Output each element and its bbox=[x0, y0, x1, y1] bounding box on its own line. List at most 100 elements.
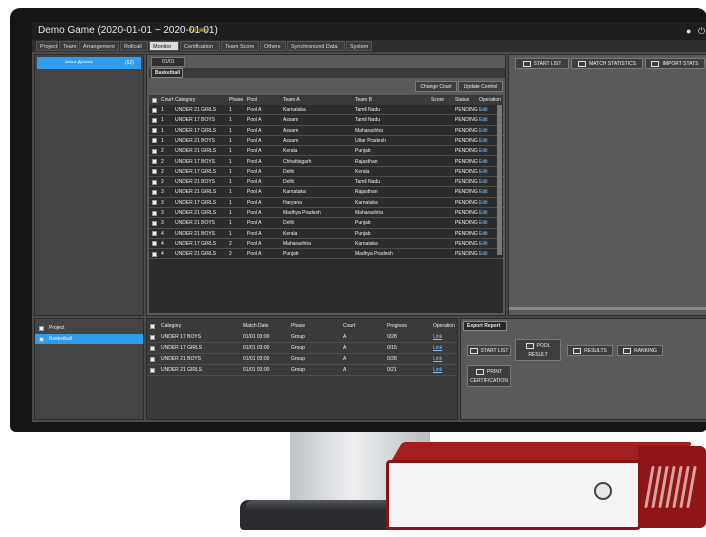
group-count: (52) bbox=[125, 60, 134, 66]
power-icon[interactable]: ⏻ bbox=[698, 22, 705, 40]
results-button[interactable]: RESULTS bbox=[567, 345, 613, 356]
table-scrollbar[interactable] bbox=[497, 105, 502, 255]
cell-operation[interactable]: Edit bbox=[479, 146, 488, 156]
progress-cell-operation[interactable]: Link bbox=[433, 332, 442, 342]
cell-operation[interactable]: Edit bbox=[479, 198, 488, 208]
table-row[interactable]: 2 UNDER 21 BOYS 1 Pool A Delhi Tamil Nadu PEND… bbox=[149, 177, 503, 188]
tree-item-project[interactable]: Project bbox=[35, 323, 143, 333]
menu-arrangement[interactable]: Arrangement bbox=[79, 41, 119, 51]
row-checkbox[interactable] bbox=[152, 138, 157, 144]
menu-team-score[interactable]: Team Score bbox=[221, 41, 259, 51]
table-row[interactable]: 1 UNDER 21 GIRLS 1 Pool A Karnataka Tamil Nad… bbox=[149, 105, 503, 116]
cell-team-a: Delhi bbox=[283, 220, 295, 227]
cell-pool: Pool A bbox=[247, 189, 262, 196]
progress-row[interactable]: UNDER 17 GIRLS 01/01 03:00 Group A 0/15 Link bbox=[147, 343, 457, 354]
import-stats-button[interactable]: IMPORT STATS bbox=[645, 58, 705, 69]
cell-operation[interactable]: Edit bbox=[479, 249, 488, 259]
row-checkbox[interactable] bbox=[152, 189, 157, 195]
group-item-selected[interactable]: ==== A==== (52) bbox=[37, 57, 141, 69]
progress-row-checkbox[interactable] bbox=[150, 367, 155, 373]
row-checkbox[interactable] bbox=[152, 179, 157, 185]
table-row[interactable]: 3 UNDER 21 BOYS 1 Pool A Delhi Punjab PENDING E… bbox=[149, 218, 503, 229]
table-row[interactable]: 4 UNDER 17 GIRLS 2 Pool A Maharashtra Karnata… bbox=[149, 239, 503, 250]
row-checkbox[interactable] bbox=[152, 128, 157, 134]
pool-result-button[interactable]: POOL RESULT bbox=[515, 339, 561, 361]
project-checkbox[interactable] bbox=[39, 325, 44, 331]
tab-date[interactable]: 01/01 bbox=[151, 57, 185, 67]
menu-monitor[interactable]: Monitor bbox=[149, 41, 179, 51]
cell-status: PENDING bbox=[455, 251, 478, 258]
cell-operation[interactable]: Edit bbox=[479, 177, 488, 187]
update-control-button[interactable]: Update Control bbox=[458, 81, 503, 92]
print-certification-button[interactable]: PRINT CERTIFICATION bbox=[467, 365, 511, 387]
cell-operation[interactable]: Edit bbox=[479, 136, 488, 146]
row-checkbox[interactable] bbox=[152, 231, 157, 237]
menu-others[interactable]: Others bbox=[260, 41, 286, 51]
table-row[interactable]: 1 UNDER 17 BOYS 1 Pool A Assam Tamil Nadu PEND… bbox=[149, 115, 503, 126]
menu-synchronized-data[interactable]: Synchronized Data bbox=[287, 41, 345, 51]
cell-operation[interactable]: Edit bbox=[479, 208, 488, 218]
cell-operation[interactable]: Edit bbox=[479, 239, 488, 249]
menu-team[interactable]: Team bbox=[59, 41, 78, 51]
row-checkbox[interactable] bbox=[152, 169, 157, 175]
tree-item-basketball[interactable]: Basketball bbox=[35, 334, 143, 344]
horizontal-scrollbar[interactable] bbox=[509, 307, 706, 310]
table-row[interactable]: 1 UNDER 17 GIRLS 1 Pool A Assam Maharashtra PE… bbox=[149, 126, 503, 136]
table-row[interactable]: 3 UNDER 21 GIRLS 1 Pool A Madhya Pradesh Maha… bbox=[149, 208, 503, 219]
row-checkbox[interactable] bbox=[152, 251, 157, 257]
progress-select-all[interactable] bbox=[150, 323, 155, 329]
table-row[interactable]: 1 UNDER 21 BOYS 1 Pool A Assam Uttar Pradesh P… bbox=[149, 136, 503, 147]
table-row[interactable]: 2 UNDER 17 BOYS 1 Pool A Chhattisgarh Rajasth… bbox=[149, 157, 503, 167]
table-row[interactable]: 3 UNDER 21 GIRLS 1 Pool A Karnataka Rajasthan… bbox=[149, 187, 503, 198]
tab-export-report[interactable]: Export Report bbox=[463, 321, 507, 331]
progress-row-checkbox[interactable] bbox=[150, 356, 155, 362]
row-checkbox[interactable] bbox=[152, 241, 157, 247]
menu-system[interactable]: System bbox=[346, 41, 372, 51]
match-statistics-button[interactable]: MATCH STATISTICS bbox=[571, 58, 643, 69]
table-row[interactable]: 4 UNDER 21 BOYS 1 Pool A Kerala Punjab PENDING… bbox=[149, 229, 503, 239]
table-row[interactable]: 3 UNDER 17 GIRLS 1 Pool A Haryana Karnataka PE… bbox=[149, 198, 503, 208]
change-court-button[interactable]: Change Court bbox=[415, 81, 457, 92]
progress-row[interactable]: UNDER 17 BOYS 01/01 03:00 Group A 0/28 Link bbox=[147, 332, 457, 343]
power-button-icon[interactable] bbox=[594, 482, 612, 500]
cell-operation[interactable]: Edit bbox=[479, 157, 488, 167]
menu-certification[interactable]: Certification bbox=[180, 41, 220, 51]
monitor-bezel: Demo Game (2020-01-01 ~ 2020-01-01) Modi… bbox=[10, 8, 706, 432]
cell-operation[interactable]: Edit bbox=[479, 126, 488, 136]
menu-rollcall[interactable]: Rollcall bbox=[120, 41, 148, 51]
cell-operation[interactable]: Edit bbox=[479, 218, 488, 228]
cell-operation[interactable]: Edit bbox=[479, 105, 488, 115]
row-checkbox[interactable] bbox=[152, 117, 157, 123]
progress-row[interactable]: UNDER 21 GIRLS 01/01 03:00 Group A 0/21 Link bbox=[147, 365, 457, 376]
table-row[interactable]: 2 UNDER 21 GIRLS 1 Pool A Kerala Punjab PENDIN… bbox=[149, 146, 503, 157]
cell-operation[interactable]: Edit bbox=[479, 167, 488, 177]
progress-row-checkbox[interactable] bbox=[150, 345, 155, 351]
table-row[interactable]: 2 UNDER 17 GIRLS 1 Pool A Delhi Kerala PENDING… bbox=[149, 167, 503, 178]
progress-cell-operation[interactable]: Link bbox=[433, 343, 442, 353]
row-checkbox[interactable] bbox=[152, 107, 157, 113]
user-icon[interactable]: ● bbox=[686, 22, 691, 40]
progress-cell-operation[interactable]: Link bbox=[433, 354, 442, 364]
table-row[interactable]: 4 UNDER 21 GIRLS 2 Pool A Punjab Madhya Prade… bbox=[149, 249, 503, 260]
ranking-button[interactable]: RANKING bbox=[617, 345, 663, 356]
select-all-checkbox[interactable] bbox=[152, 97, 157, 103]
row-checkbox[interactable] bbox=[152, 210, 157, 216]
cell-operation[interactable]: Edit bbox=[479, 229, 488, 239]
progress-cell-operation[interactable]: Link bbox=[433, 365, 442, 375]
row-checkbox[interactable] bbox=[152, 200, 157, 206]
cell-operation[interactable]: Edit bbox=[479, 115, 488, 125]
cell-operation[interactable]: Edit bbox=[479, 187, 488, 197]
row-checkbox[interactable] bbox=[152, 220, 157, 226]
row-checkbox[interactable] bbox=[152, 148, 157, 154]
export-start-list-button[interactable]: START LIST bbox=[467, 345, 511, 356]
progress-row-checkbox[interactable] bbox=[150, 334, 155, 340]
basketball-checkbox[interactable] bbox=[39, 336, 44, 342]
menu-project[interactable]: Project bbox=[36, 41, 58, 51]
tab-basketball[interactable]: Basketball bbox=[151, 68, 183, 78]
cell-pool: Pool A bbox=[247, 179, 262, 186]
row-checkbox[interactable] bbox=[152, 159, 157, 164]
col-p-match-date: Match Date bbox=[243, 323, 269, 329]
cell-pool: Pool A bbox=[247, 107, 262, 113]
progress-row[interactable]: UNDER 21 BOYS 01/01 03:00 Group A 0/28 Link bbox=[147, 354, 457, 365]
start-list-button[interactable]: START LIST bbox=[515, 58, 569, 69]
